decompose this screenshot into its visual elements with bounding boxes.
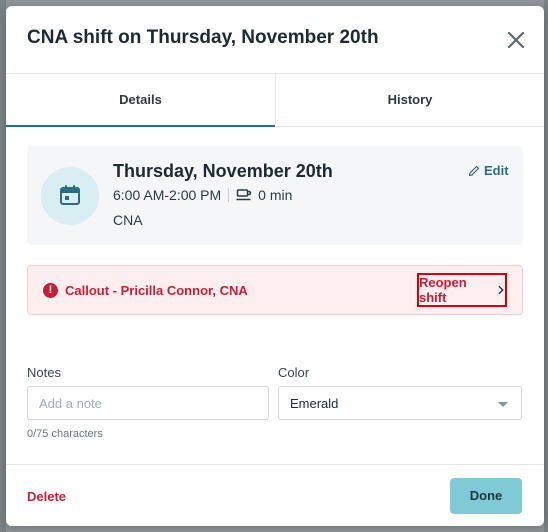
modal-title: CNA shift on Thursday, November 20th xyxy=(27,27,379,48)
callout-banner: ! Callout - Pricilla Connor, CNA Reopen … xyxy=(27,265,523,315)
shift-time-row: 6:00 AM-2:00 PM 0 min xyxy=(113,187,292,203)
tab-history[interactable]: History xyxy=(276,74,544,125)
done-button[interactable]: Done xyxy=(450,478,522,514)
pencil-icon xyxy=(468,165,480,176)
edit-shift-button[interactable]: Edit xyxy=(468,163,509,178)
notes-label: Notes xyxy=(27,365,61,380)
close-icon xyxy=(507,31,525,49)
shift-date: Thursday, November 20th xyxy=(113,161,333,181)
shift-role: CNA xyxy=(113,212,143,228)
backdrop-right xyxy=(544,0,548,532)
reopen-shift-button[interactable]: Reopen shift xyxy=(417,273,507,307)
chevron-right-icon xyxy=(498,285,505,295)
alert-icon: ! xyxy=(43,283,58,298)
color-value: Emerald xyxy=(290,396,339,411)
active-tab-indicator xyxy=(6,125,275,127)
callout-text: Callout - Pricilla Connor, CNA xyxy=(65,283,248,298)
shift-modal: CNA shift on Thursday, November 20th Det… xyxy=(6,6,544,526)
tab-details[interactable]: Details xyxy=(6,74,276,125)
shift-summary-card: Thursday, November 20th 6:00 AM-2:00 PM … xyxy=(27,146,523,245)
calendar-icon xyxy=(60,185,80,205)
color-select[interactable]: Emerald xyxy=(278,386,522,420)
caret-down-icon xyxy=(498,402,508,407)
reopen-shift-label: Reopen shift xyxy=(419,275,467,305)
divider xyxy=(228,188,230,202)
break-duration: 0 min xyxy=(258,187,293,203)
modal-header: CNA shift on Thursday, November 20th xyxy=(6,6,544,72)
close-button[interactable] xyxy=(504,28,528,52)
modal-footer: Delete Done xyxy=(6,464,544,526)
color-label: Color xyxy=(278,365,310,380)
tab-bar: Details History xyxy=(6,73,544,127)
shift-time: 6:00 AM-2:00 PM xyxy=(113,187,222,203)
notes-input[interactable] xyxy=(27,386,269,420)
character-count: 0/75 characters xyxy=(27,428,103,440)
delete-button[interactable]: Delete xyxy=(27,489,66,504)
edit-label: Edit xyxy=(484,163,509,178)
coffee-cup-icon xyxy=(236,189,252,201)
calendar-badge xyxy=(41,167,99,225)
